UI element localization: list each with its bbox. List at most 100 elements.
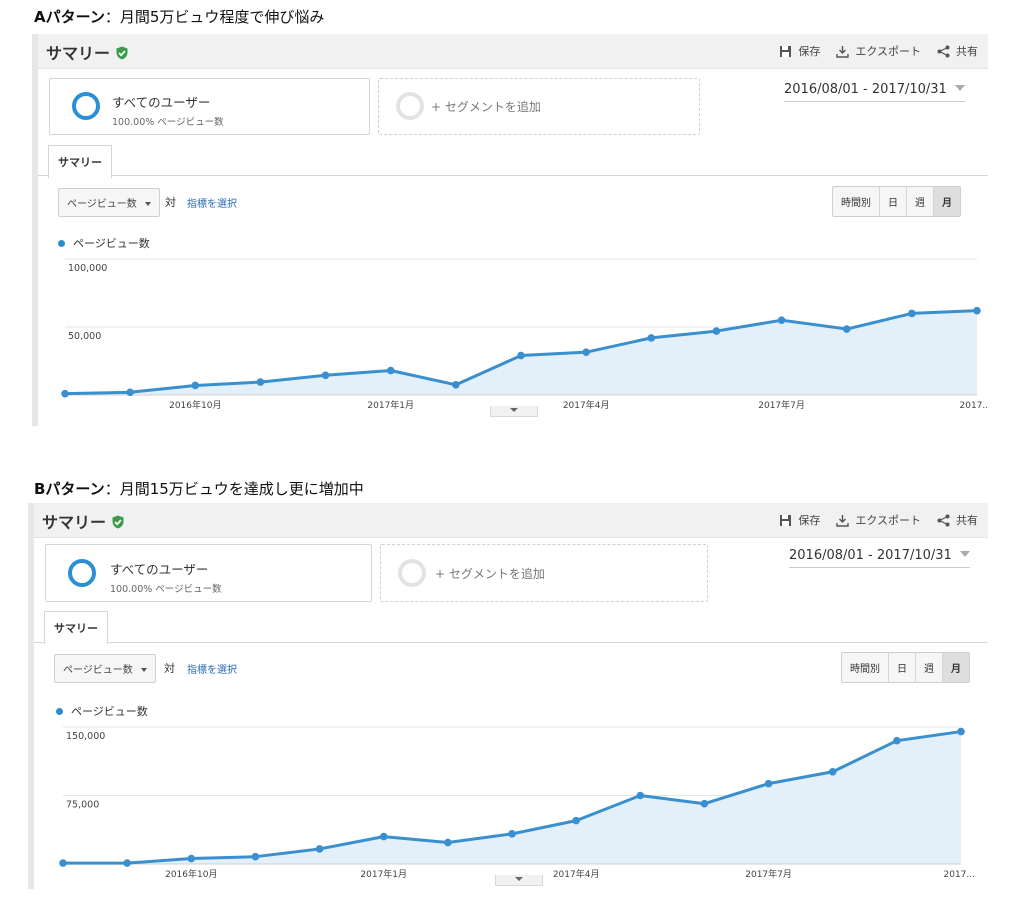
share-label: 共有 [956, 514, 978, 527]
date-range-picker[interactable]: 2016/08/01 - 2017/10/31 [789, 548, 970, 568]
dropdown-arrow-icon [144, 202, 151, 206]
heading-b-bold: Bパターン [34, 480, 105, 498]
panel-b: サマリー 保存 エクスポート 共有 すべてのユーザー 100.00% ページビュ… [34, 503, 988, 889]
data-point [572, 816, 580, 825]
pageviews-line-chart-b: 150,000 75,000 2016年10月 2017年1月 2017年4月 2017年… [59, 726, 975, 880]
y-tick-label: 75,000 [66, 800, 99, 811]
granularity-month[interactable]: 月 [943, 653, 969, 682]
date-range-text: 2016/08/01 - 2017/10/31 [789, 548, 952, 563]
data-point [123, 859, 131, 867]
legend-label: ページビュー数 [73, 237, 150, 250]
data-point [636, 791, 645, 800]
heading-b: Bパターン：月間15万ビュウを達成し更に増加中 [34, 480, 364, 498]
export-button[interactable]: エクスポート [836, 43, 921, 59]
dropdown-arrow-icon [140, 668, 147, 672]
data-point [251, 852, 260, 861]
data-point [582, 348, 590, 356]
data-point [893, 736, 901, 745]
x-tick-label: 2017年7月 [745, 868, 792, 880]
pageviews-line-chart-a: 100,000 50,000 2016年10月 2017年1月 2017年4月 2017年… [61, 258, 988, 411]
add-segment-button[interactable]: + セグメントを追加 [378, 78, 700, 135]
granularity-day[interactable]: 日 [889, 653, 916, 682]
x-tick-label: 2016年10月 [169, 399, 221, 411]
vs-label: 対 [164, 662, 175, 675]
download-icon [836, 514, 850, 527]
data-point [452, 381, 460, 389]
metric-dropdown[interactable]: ページビュー数 [58, 188, 160, 217]
legend-dot [58, 239, 65, 247]
x-tick-label: 2016年10月 [165, 868, 217, 880]
chart-legend: ページビュー数 [58, 235, 150, 251]
metric-dropdown-label: ページビュー数 [67, 199, 137, 210]
tab-summary[interactable]: サマリー [44, 611, 108, 644]
x-tick-label: 2017年1月 [360, 868, 407, 880]
share-button[interactable]: 共有 [937, 43, 978, 59]
add-segment-button[interactable]: + セグメントを追加 [380, 544, 708, 602]
heading-a-bold: Aパターン [34, 8, 105, 26]
data-point [379, 832, 388, 841]
select-metric-link[interactable]: 指標を選択 [187, 661, 237, 676]
verified-shield-icon [112, 515, 124, 529]
select-metric-link[interactable]: 指標を選択 [187, 195, 237, 210]
x-tick-label: 2017年1月 [367, 399, 414, 411]
data-point [908, 309, 916, 318]
segment-all-users[interactable]: すべてのユーザー 100.00% ページビュー数 [49, 78, 370, 135]
chart-legend: ページビュー数 [56, 703, 148, 719]
date-range-text: 2016/08/01 - 2017/10/31 [784, 82, 947, 97]
share-icon [937, 45, 950, 57]
add-segment-label: + セグメントを追加 [435, 567, 545, 581]
metric-dropdown[interactable]: ページビュー数 [54, 654, 156, 683]
chart-resize-handle[interactable] [495, 875, 543, 886]
panel-a-title-text: サマリー [46, 44, 111, 63]
data-point [386, 366, 395, 375]
save-icon [780, 514, 792, 526]
segment-all-users[interactable]: すべてのユーザー 100.00% ページビュー数 [45, 544, 372, 602]
data-point [647, 334, 656, 342]
panel-b-title: サマリー [42, 509, 125, 533]
panel-a-topbar: サマリー 保存 エクスポート 共有 [38, 34, 988, 69]
panel-a-actions: 保存 エクスポート 共有 [779, 43, 978, 59]
granularity-toggle: 時間別 日 週 月 [841, 652, 970, 683]
export-button[interactable]: エクスポート [836, 512, 921, 528]
vs-label: 対 [165, 196, 176, 209]
heading-b-rest: ：月間15万ビュウを達成し更に増加中 [104, 480, 364, 498]
data-point [712, 327, 721, 335]
segment-all-users-sub: 100.00% ページビュー数 [112, 117, 224, 128]
save-label: 保存 [798, 514, 821, 527]
segment-all-users-sub: 100.00% ページビュー数 [110, 584, 222, 595]
tab-summary[interactable]: サマリー [48, 145, 112, 178]
data-point [973, 306, 981, 315]
save-button[interactable]: 保存 [779, 512, 820, 528]
x-tick-label: 2017年4月 [563, 399, 610, 411]
data-point [315, 845, 324, 853]
granularity-month[interactable]: 月 [934, 187, 960, 216]
segment-ring-icon [68, 559, 96, 587]
panel-a-title: サマリー [46, 40, 129, 64]
segment-all-users-label: すべてのユーザー [112, 95, 211, 110]
empty-segment-ring-icon [396, 92, 424, 120]
export-label: エクスポート [855, 45, 921, 58]
data-point [187, 854, 196, 863]
panel-b-topbar: サマリー 保存 エクスポート 共有 [34, 503, 988, 538]
data-point [59, 859, 67, 867]
data-point [764, 779, 773, 788]
granularity-hourly[interactable]: 時間別 [833, 187, 880, 216]
data-point [957, 727, 965, 736]
granularity-toggle: 時間別 日 週 月 [832, 186, 961, 217]
data-point [61, 389, 69, 398]
granularity-week[interactable]: 週 [907, 187, 934, 216]
save-button[interactable]: 保存 [779, 43, 820, 59]
granularity-hourly[interactable]: 時間別 [842, 653, 889, 682]
granularity-week[interactable]: 週 [916, 653, 943, 682]
data-point [321, 371, 330, 380]
x-tick-label: 2017年4月 [553, 868, 600, 880]
share-button[interactable]: 共有 [937, 512, 978, 528]
export-label: エクスポート [855, 514, 921, 527]
granularity-day[interactable]: 日 [880, 187, 907, 216]
date-range-picker[interactable]: 2016/08/01 - 2017/10/31 [784, 82, 965, 102]
chart-resize-handle[interactable] [490, 406, 538, 417]
add-segment-label: + セグメントを追加 [431, 100, 541, 114]
segment-ring-icon [72, 92, 100, 120]
data-point [126, 388, 134, 397]
chevron-down-icon [959, 551, 970, 557]
